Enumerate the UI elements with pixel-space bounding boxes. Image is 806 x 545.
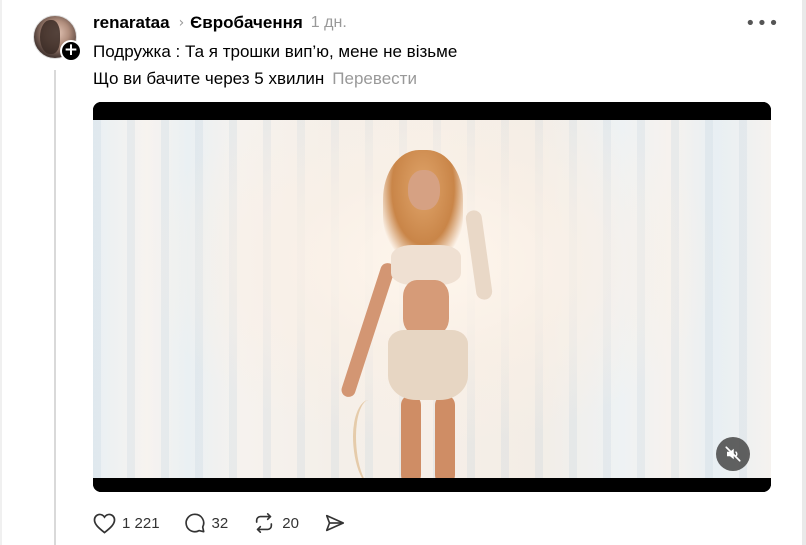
scrollbar-track[interactable] (802, 0, 806, 545)
repost-count: 20 (282, 514, 299, 532)
performer-top (391, 245, 461, 285)
heart-icon (93, 513, 116, 534)
video-frame (93, 120, 771, 490)
left-edge (0, 0, 2, 545)
video-player[interactable] (93, 102, 771, 492)
username-link[interactable]: renarataa (93, 13, 170, 33)
performer-face (408, 170, 440, 210)
chevron-right-icon: › (178, 15, 185, 31)
performer-leg-right (435, 395, 455, 485)
like-count: 1 221 (122, 514, 160, 532)
comment-icon (184, 513, 205, 533)
post-actions-bar: 1 221 32 20 (93, 510, 371, 536)
performer-leg-left (401, 395, 421, 485)
repost-icon (256, 513, 273, 533)
repost-button[interactable]: 20 (252, 512, 299, 534)
performer-skirt (388, 330, 468, 400)
performer-torso (403, 280, 449, 335)
translate-link[interactable]: Перевести (332, 69, 417, 88)
more-options-icon[interactable]: ••• (745, 13, 780, 34)
post-header: renarataa › Євробачення 1 дн. (93, 11, 347, 35)
thread-post: + renarataa › Євробачення 1 дн. ••• Подр… (0, 0, 806, 545)
post-text-line-1: Подружка : Та я трошки вип’ю, мене не ві… (93, 42, 458, 61)
send-icon (325, 514, 344, 532)
performer-arm-right (464, 209, 494, 301)
letterbox-top (93, 102, 771, 120)
performer-figure (339, 150, 513, 490)
community-link[interactable]: Євробачення (190, 13, 303, 33)
post-text-line-2-content: Що ви бачите через 5 хвилин (93, 69, 325, 88)
letterbox-bottom (93, 478, 771, 492)
whip-prop (353, 400, 393, 490)
reply-button[interactable]: 32 (184, 512, 229, 534)
share-button[interactable] (323, 512, 347, 534)
post-time[interactable]: 1 дн. (311, 14, 347, 32)
like-button[interactable]: 1 221 (93, 513, 160, 534)
mute-toggle-button[interactable] (716, 437, 750, 471)
follow-plus-icon[interactable]: + (60, 40, 82, 62)
muted-speaker-icon (725, 446, 741, 462)
reply-count: 32 (211, 514, 229, 532)
thread-line (54, 70, 56, 545)
post-text-line-2: Що ви бачите через 5 хвилин Перевести (93, 69, 417, 89)
avatar-hair (40, 20, 60, 54)
